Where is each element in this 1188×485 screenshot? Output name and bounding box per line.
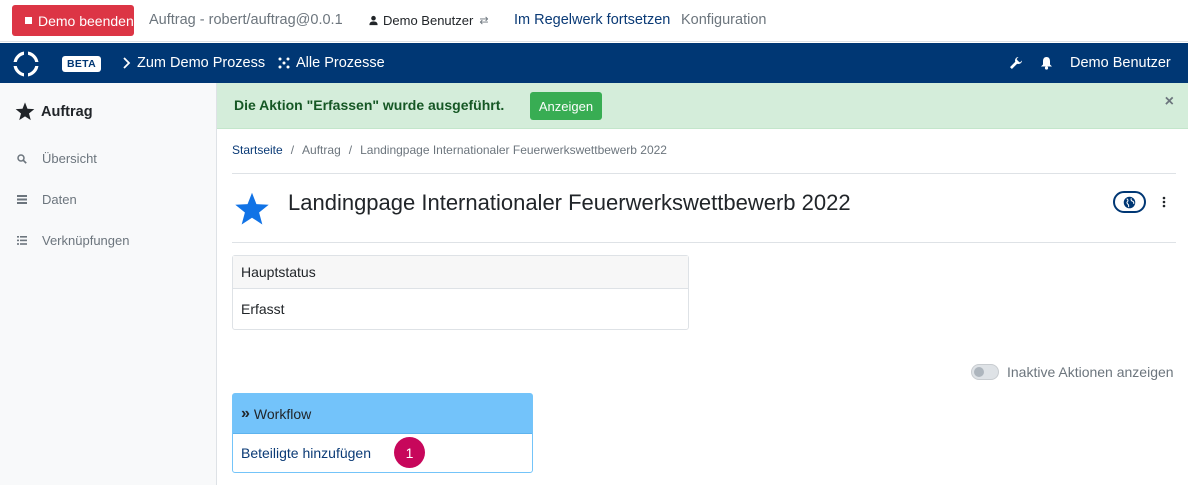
demo-end-label: Demo beenden (38, 12, 134, 29)
more-vertical-icon[interactable] (1162, 196, 1166, 208)
close-icon[interactable]: × (1165, 93, 1174, 111)
status-card: Hauptstatus Erfasst (232, 255, 689, 330)
star-icon (15, 102, 35, 121)
demo-process-link[interactable]: Zum Demo Prozess (122, 55, 265, 71)
sidebar-item-label: Verknüpfungen (42, 233, 130, 248)
table-icon (17, 195, 27, 204)
list-icon (17, 236, 27, 245)
inactive-actions-toggle[interactable]: Inaktive Aktionen anzeigen (971, 364, 1174, 380)
status-card-header: Hauptstatus (233, 256, 688, 289)
sidebar: Auftrag Übersicht Daten Verknüpfungen (0, 83, 217, 485)
user-menu[interactable]: Demo Benutzer (1070, 55, 1171, 71)
favorite-star-icon[interactable] (234, 192, 270, 226)
demo-title: Auftrag - robert/auftrag@0.0.1 (149, 12, 343, 28)
demo-end-button[interactable]: Demo beenden (12, 5, 134, 36)
continue-in-ruleset-link[interactable]: Im Regelwerk fortsetzen (514, 12, 670, 28)
add-participants-action[interactable]: Beteiligte hinzufügen (233, 434, 532, 472)
globe-button[interactable] (1113, 191, 1146, 213)
sidebar-item-overview[interactable]: Übersicht (17, 151, 97, 166)
user-icon (369, 15, 378, 26)
sidebar-heading[interactable]: Auftrag (15, 102, 93, 121)
page-title: Landingpage Internationaler Feuerwerkswe… (288, 190, 851, 215)
bell-icon[interactable] (1040, 56, 1053, 70)
toggle-switch[interactable] (971, 364, 999, 380)
toggle-label: Inaktive Aktionen anzeigen (1007, 364, 1174, 380)
stop-icon (25, 17, 32, 24)
workflow-header[interactable]: » Workflow (233, 394, 532, 434)
double-chevron-icon: » (241, 404, 250, 422)
logo-icon[interactable] (12, 50, 40, 78)
show-button[interactable]: Anzeigen (530, 92, 602, 120)
configuration-link[interactable]: Konfiguration (681, 12, 766, 28)
demo-user-switch[interactable]: Demo Benutzer ⇄ (368, 13, 489, 28)
breadcrumb-home[interactable]: Startseite (232, 143, 283, 157)
demo-process-label: Zum Demo Prozess (137, 55, 266, 71)
breadcrumb-separator: / (348, 143, 353, 157)
chevron-right-icon (123, 57, 131, 69)
main-navbar: BETA Zum Demo Prozess Alle Prozesse Demo… (0, 43, 1188, 83)
breadcrumb-current: Landingpage Internationaler Feuerwerkswe… (360, 143, 667, 157)
sidebar-item-label: Daten (42, 192, 77, 207)
globe-icon (1123, 196, 1136, 208)
sidebar-item-label: Übersicht (42, 151, 97, 166)
demo-bar: Demo beenden Auftrag - robert/auftrag@0.… (0, 0, 1188, 42)
search-icon (17, 153, 27, 164)
sidebar-heading-label: Auftrag (41, 103, 93, 120)
divider (232, 242, 1176, 243)
sidebar-item-links[interactable]: Verknüpfungen (17, 233, 129, 248)
grid-dots-icon (278, 57, 290, 69)
success-alert: Die Aktion "Erfassen" wurde ausgeführt. … (217, 83, 1188, 129)
swap-icon: ⇄ (479, 15, 489, 27)
wrench-icon[interactable] (1009, 56, 1023, 70)
all-processes-label: Alle Prozesse (296, 55, 385, 71)
step-badge: 1 (394, 437, 425, 468)
status-value: Erfasst (241, 301, 285, 317)
breadcrumb: Startseite / Auftrag / Landingpage Inter… (232, 143, 667, 157)
breadcrumb-separator: / (290, 143, 295, 157)
sidebar-item-data[interactable]: Daten (17, 192, 77, 207)
breadcrumb-parent[interactable]: Auftrag (302, 143, 341, 157)
demo-user-label: Demo Benutzer (383, 13, 474, 28)
divider (232, 173, 1176, 174)
alert-message: Die Aktion "Erfassen" wurde ausgeführt. (234, 97, 505, 113)
workflow-header-label: Workflow (253, 405, 312, 422)
workflow-panel: » Workflow Beteiligte hinzufügen (232, 393, 533, 473)
all-processes-link[interactable]: Alle Prozesse (278, 55, 385, 71)
beta-badge: BETA (62, 56, 102, 72)
